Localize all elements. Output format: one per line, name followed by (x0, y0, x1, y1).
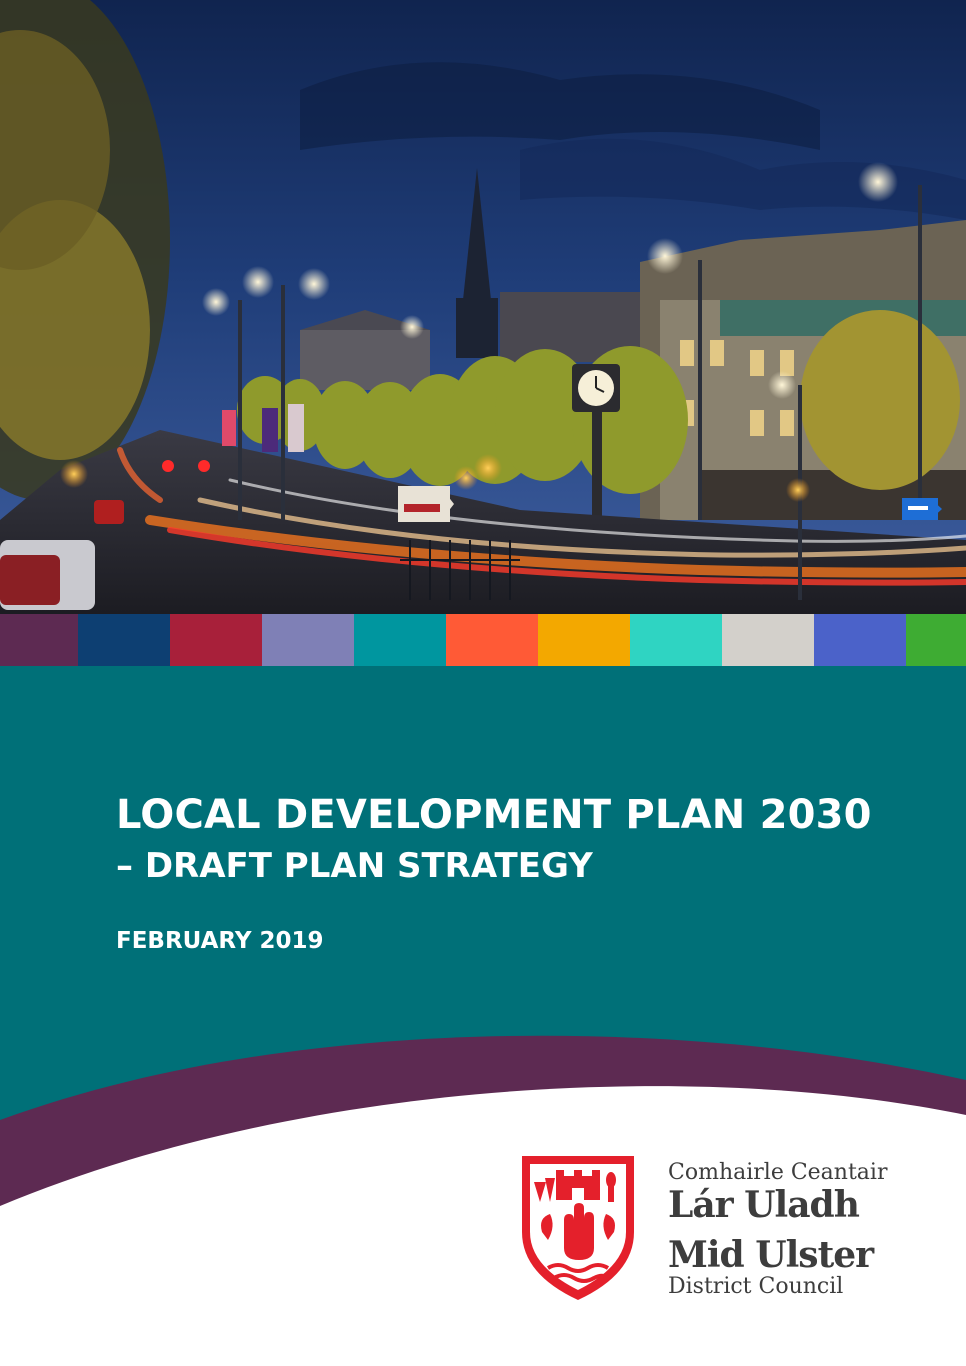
color-stripe (906, 614, 966, 666)
publication-date: FEBRUARY 2019 (116, 928, 324, 954)
color-stripe (170, 614, 262, 666)
color-stripe (630, 614, 722, 666)
color-stripe (446, 614, 538, 666)
direction-sign-icon (902, 498, 942, 520)
council-crest-icon (522, 1156, 634, 1300)
color-stripe (814, 614, 906, 666)
logo-english-line1: Mid Ulster (668, 1234, 874, 1276)
color-stripe (538, 614, 630, 666)
color-stripe (354, 614, 446, 666)
logo-irish-line1: Comhairle Ceantair (668, 1160, 888, 1185)
color-stripe (722, 614, 814, 666)
document-title: LOCAL DEVELOPMENT PLAN 2030 (116, 792, 872, 838)
document-subtitle: – DRAFT PLAN STRATEGY (116, 846, 593, 886)
color-stripe (0, 614, 78, 666)
color-stripe (78, 614, 170, 666)
logo-irish-line2: Lár Uladh (668, 1184, 860, 1226)
logo-english-line2: District Council (668, 1274, 844, 1299)
color-stripe (262, 614, 354, 666)
color-stripe-bar (0, 614, 966, 666)
cover-photo (0, 0, 966, 614)
